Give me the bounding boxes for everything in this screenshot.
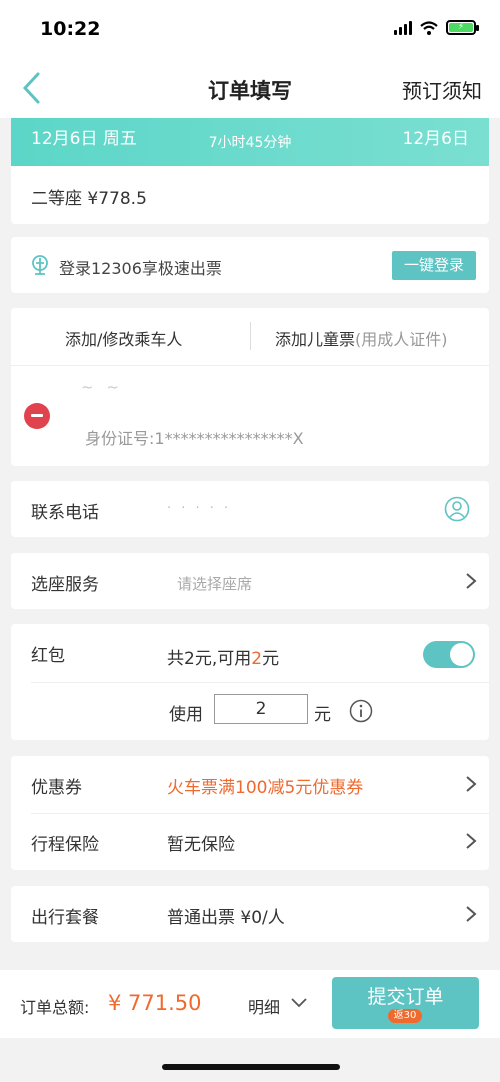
seat-selection-row[interactable]: 选座服务 请选择座席 bbox=[11, 553, 489, 609]
price-detail-button[interactable]: 明细 bbox=[248, 994, 280, 1018]
back-arrow-icon[interactable] bbox=[18, 70, 48, 106]
red-packet-card: 红包 共2元,可用2元 使用 2 元 bbox=[11, 624, 489, 740]
wifi-icon bbox=[420, 20, 438, 35]
one-click-login-button[interactable]: 一键登录 bbox=[392, 251, 476, 280]
travel-package-label: 出行套餐 bbox=[31, 908, 99, 928]
chevron-right-icon bbox=[466, 776, 477, 792]
insurance-label: 行程保险 bbox=[31, 835, 99, 855]
red-packet-amount-input[interactable]: 2 bbox=[214, 694, 308, 724]
red-packet-label: 红包 bbox=[31, 646, 65, 666]
chevron-right-icon bbox=[466, 906, 477, 922]
passenger-name: ~ ~ bbox=[81, 378, 123, 396]
bottom-bar: 订单总额: ¥ 771.50 明细 提交订单 返30 bbox=[0, 970, 500, 1038]
total-label: 订单总额: bbox=[20, 998, 90, 1017]
login-card: 登录12306享极速出票 一键登录 bbox=[11, 237, 489, 293]
coupon-insurance-card: 优惠券 火车票满100减5元优惠券 行程保险 暂无保险 bbox=[11, 756, 489, 870]
contact-phone-label: 联系电话 bbox=[31, 503, 99, 523]
insurance-row[interactable]: 行程保险 暂无保险 bbox=[11, 813, 489, 870]
chevron-right-icon bbox=[466, 573, 477, 589]
contact-phone-row: 联系电话 · · · · · bbox=[11, 481, 489, 537]
remove-passenger-icon[interactable] bbox=[24, 403, 50, 429]
passenger-card: 添加/修改乘车人 添加儿童票(用成人证件) ~ ~ 身份证号:1********… bbox=[11, 308, 489, 466]
submit-order-button[interactable]: 提交订单 返30 bbox=[332, 977, 479, 1029]
seat-selection-label: 选座服务 bbox=[31, 575, 99, 595]
chevron-down-icon[interactable] bbox=[291, 997, 307, 1009]
seat-card: 二等座 ¥778.5 bbox=[11, 166, 489, 224]
divider bbox=[250, 322, 251, 350]
add-child-ticket-button[interactable]: 添加儿童票(用成人证件) bbox=[275, 326, 448, 350]
coupon-value: 火车票满100减5元优惠券 bbox=[167, 778, 364, 798]
passenger-id-number: 身份证号:1****************X bbox=[85, 429, 304, 448]
use-label: 使用 bbox=[169, 705, 203, 725]
home-indicator[interactable] bbox=[162, 1064, 340, 1070]
chevron-right-icon bbox=[466, 833, 477, 849]
add-child-note: (用成人证件) bbox=[355, 330, 448, 349]
arrive-date: 12月6日 bbox=[402, 129, 469, 149]
passenger-actions: 添加/修改乘车人 添加儿童票(用成人证件) bbox=[11, 308, 489, 366]
total-price: ¥ 771.50 bbox=[108, 991, 202, 1015]
home-indicator-area bbox=[0, 1038, 500, 1082]
seat-class-price: 二等座 ¥778.5 bbox=[31, 189, 147, 209]
add-child-label: 添加儿童票 bbox=[275, 330, 356, 349]
red-packet-available: 2 bbox=[251, 649, 263, 669]
status-time: 10:22 bbox=[40, 18, 101, 40]
booking-notice-link[interactable]: 预订须知 bbox=[402, 75, 482, 104]
divider bbox=[31, 682, 489, 683]
travel-package-value: 普通出票 ¥0/人 bbox=[167, 908, 285, 928]
contact-phone-value[interactable]: · · · · · bbox=[167, 501, 231, 516]
travel-package-row[interactable]: 出行套餐 普通出票 ¥0/人 bbox=[11, 886, 489, 942]
nav-bar: 订单填写 预订须知 bbox=[0, 58, 500, 118]
cashback-badge: 返30 bbox=[388, 1009, 422, 1023]
info-icon[interactable] bbox=[349, 699, 373, 723]
railway-logo-icon bbox=[32, 255, 48, 275]
red-packet-description: 共2元,可用2元 bbox=[167, 649, 280, 669]
train-info-banner: 12月6日 周五 7小时45分钟 12月6日 bbox=[11, 118, 489, 166]
battery-icon: ⚡ bbox=[446, 20, 479, 35]
submit-order-label: 提交订单 bbox=[367, 986, 444, 1008]
insurance-value: 暂无保险 bbox=[167, 835, 235, 855]
login-prompt: 登录12306享极速出票 bbox=[59, 259, 222, 278]
status-icons: ⚡ bbox=[394, 20, 479, 35]
seat-selection-placeholder: 请选择座席 bbox=[177, 575, 253, 593]
cellular-signal-icon bbox=[394, 20, 412, 35]
use-unit: 元 bbox=[314, 705, 331, 725]
status-bar: 10:22 ⚡ bbox=[0, 0, 500, 58]
red-packet-toggle[interactable] bbox=[423, 641, 475, 668]
contact-book-icon[interactable] bbox=[444, 496, 470, 522]
coupon-label: 优惠券 bbox=[31, 778, 82, 798]
add-passenger-button[interactable]: 添加/修改乘车人 bbox=[65, 326, 182, 350]
coupon-row[interactable]: 优惠券 火车票满100减5元优惠券 bbox=[11, 756, 489, 813]
